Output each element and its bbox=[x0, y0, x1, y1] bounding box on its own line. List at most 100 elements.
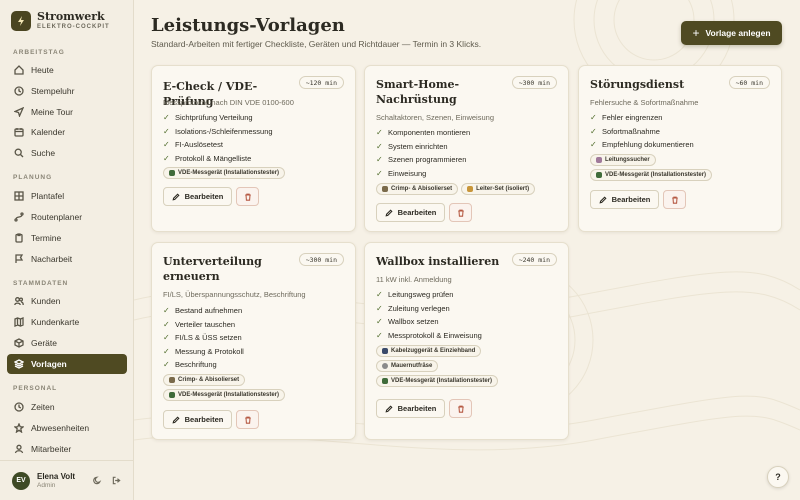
check-icon: ✓ bbox=[376, 330, 383, 340]
duration-badge: ~240 min bbox=[511, 253, 557, 266]
home-icon bbox=[14, 65, 24, 75]
trash-icon bbox=[457, 209, 464, 217]
sidebar-item-abwesenheiten[interactable]: Abwesenheiten bbox=[7, 418, 127, 438]
sidebar-item-meine-tour[interactable]: Meine Tour bbox=[7, 102, 127, 122]
sidebar-item-routenplaner[interactable]: Routenplaner bbox=[7, 207, 127, 227]
sidebar-item-termine[interactable]: Termine bbox=[7, 228, 127, 248]
help-button[interactable]: ? bbox=[767, 466, 789, 488]
check-icon: ✓ bbox=[590, 140, 597, 150]
sidebar-item-kunden[interactable]: Kunden bbox=[7, 291, 127, 311]
checklist-item: ✓ Leitungsweg prüfen bbox=[376, 288, 482, 302]
check-icon: ✓ bbox=[163, 333, 170, 343]
equipment-tag-label: VDE-Messgerät (Installationstester) bbox=[391, 378, 493, 384]
check-icon: ✓ bbox=[376, 303, 383, 313]
template-card: E-Check / VDE-Prüfung ~120 min Messproto… bbox=[151, 65, 356, 232]
checklist-item-label: Messprotokoll & Einweisung bbox=[388, 330, 482, 340]
edit-button[interactable]: Bearbeiten bbox=[590, 190, 659, 209]
sidebar-item-label: Vorlagen bbox=[31, 359, 67, 369]
nav-section-planung: PLANUNG bbox=[13, 174, 53, 181]
delete-button[interactable] bbox=[663, 190, 686, 209]
add-template-button[interactable]: + Vorlage anlegen bbox=[681, 21, 782, 45]
equipment-tag: VDE-Messgerät (Installationstester) bbox=[163, 167, 286, 179]
trash-icon bbox=[244, 416, 251, 424]
send-icon bbox=[14, 107, 24, 117]
check-icon: ✓ bbox=[376, 128, 383, 138]
map-icon bbox=[14, 317, 24, 327]
meter-icon bbox=[169, 392, 175, 398]
sidebar-item-label: Routenplaner bbox=[31, 212, 83, 222]
edit-button[interactable]: Bearbeiten bbox=[376, 399, 445, 418]
checklist-item: ✓ Verteiler tauschen bbox=[163, 318, 244, 332]
checklist-item: ✓ Sofortmaßnahme bbox=[590, 125, 694, 139]
checklist-item: ✓ FI/LS & ÜSS setzen bbox=[163, 331, 244, 345]
sidebar-item-label: Geräte bbox=[31, 338, 57, 348]
card-title: Unterverteilung erneuern bbox=[163, 255, 262, 283]
edit-button[interactable]: Bearbeiten bbox=[376, 203, 445, 222]
sidebar-item-label: Kundenkarte bbox=[31, 317, 80, 327]
user-box: EV Elena Volt Admin bbox=[0, 460, 134, 500]
sidebar-item-stempeluhr[interactable]: Stempeluhr bbox=[7, 81, 127, 101]
sidebar-item-label: Termine bbox=[31, 233, 62, 243]
clipboard-icon bbox=[14, 233, 24, 243]
delete-button[interactable] bbox=[236, 410, 259, 429]
sidebar: Stromwerk ELEKTRO-COCKPIT ARBEITSTAG Heu… bbox=[0, 0, 134, 500]
delete-button[interactable] bbox=[236, 187, 259, 206]
calendar-icon bbox=[14, 127, 24, 137]
edit-button-label: Bearbeiten bbox=[397, 404, 437, 413]
equipment-tag-label: Kabelzuggerät & Einziehband bbox=[391, 348, 476, 354]
edit-button[interactable]: Bearbeiten bbox=[163, 410, 232, 429]
template-card: Störungsdienst ~60 min Fehlersuche & Sof… bbox=[578, 65, 782, 232]
checklist-item: ✓ Messung & Protokoll bbox=[163, 345, 244, 359]
sun-icon bbox=[14, 423, 24, 433]
pencil-icon bbox=[172, 192, 180, 201]
checklist-item-label: Einweisung bbox=[388, 168, 427, 178]
brand[interactable]: Stromwerk ELEKTRO-COCKPIT bbox=[11, 11, 110, 31]
check-icon: ✓ bbox=[376, 155, 383, 165]
template-card: Unterverteilung erneuern ~300 min FI/LS,… bbox=[151, 242, 356, 440]
clock-icon bbox=[14, 402, 24, 412]
checklist-item: ✓ Beschriftung bbox=[163, 358, 244, 372]
delete-button[interactable] bbox=[449, 399, 472, 418]
sidebar-item-nacharbeit[interactable]: Nacharbeit bbox=[7, 249, 127, 269]
equipment-tag-label: Leiter-Set (isoliert) bbox=[476, 186, 530, 192]
equipment-tag: Crimp- & Abisolierset bbox=[163, 374, 246, 386]
duration-badge: ~120 min bbox=[298, 76, 344, 89]
card-title: Wallbox installieren bbox=[376, 255, 500, 268]
equipment-tag: Leiter-Set (isoliert) bbox=[461, 183, 536, 195]
template-card: Wallbox installieren ~240 min 11 kW inkl… bbox=[364, 242, 569, 440]
probe-icon bbox=[596, 157, 602, 163]
equipment-tags: VDE-Messgerät (Installationstester) bbox=[163, 167, 353, 179]
sidebar-item-plantafel[interactable]: Plantafel bbox=[7, 186, 127, 206]
sidebar-item-kalender[interactable]: Kalender bbox=[7, 122, 127, 142]
logout-icon[interactable] bbox=[111, 476, 121, 486]
sidebar-item-mitarbeiter[interactable]: Mitarbeiter bbox=[7, 439, 127, 459]
wrench-icon bbox=[382, 186, 388, 192]
delete-button[interactable] bbox=[449, 203, 472, 222]
avatar[interactable]: EV bbox=[12, 471, 30, 490]
sidebar-item-label: Nacharbeit bbox=[31, 254, 73, 264]
trash-icon bbox=[457, 405, 464, 413]
brand-name: Stromwerk bbox=[37, 10, 105, 23]
check-icon: ✓ bbox=[163, 140, 170, 150]
checklist-item-label: Bestand aufnehmen bbox=[175, 306, 243, 316]
checklist: ✓ Bestand aufnehmen ✓ Verteiler tauschen ✓… bbox=[163, 304, 244, 372]
moon-icon[interactable] bbox=[92, 476, 102, 486]
equipment-tag: Mauernutfräse bbox=[376, 360, 439, 372]
equipment-tag: VDE-Messgerät (Installationstester) bbox=[376, 375, 499, 387]
checklist-item-label: Zuleitung verlegen bbox=[388, 303, 450, 313]
edit-button[interactable]: Bearbeiten bbox=[163, 187, 232, 206]
grid-icon bbox=[14, 191, 24, 201]
checklist-item-label: Sofortmaßnahme bbox=[602, 126, 660, 136]
sidebar-item-heute[interactable]: Heute bbox=[7, 60, 127, 80]
checklist-item: ✓ Bestand aufnehmen bbox=[163, 304, 244, 318]
sidebar-item-kundenkarte[interactable]: Kundenkarte bbox=[7, 312, 127, 332]
sidebar-item-suche[interactable]: Suche bbox=[7, 143, 127, 163]
equipment-tag: VDE-Messgerät (Installationstester) bbox=[590, 169, 713, 181]
sidebar-item-geraete[interactable]: Geräte bbox=[7, 333, 127, 353]
sidebar-item-label: Kalender bbox=[31, 127, 66, 137]
user-name: Elena Volt bbox=[37, 472, 76, 481]
checklist-item: ✓ Einweisung bbox=[376, 167, 470, 181]
sidebar-item-vorlagen[interactable]: Vorlagen bbox=[7, 354, 127, 374]
sidebar-item-zeiten[interactable]: Zeiten bbox=[7, 397, 127, 417]
user-role: Admin bbox=[37, 482, 56, 489]
